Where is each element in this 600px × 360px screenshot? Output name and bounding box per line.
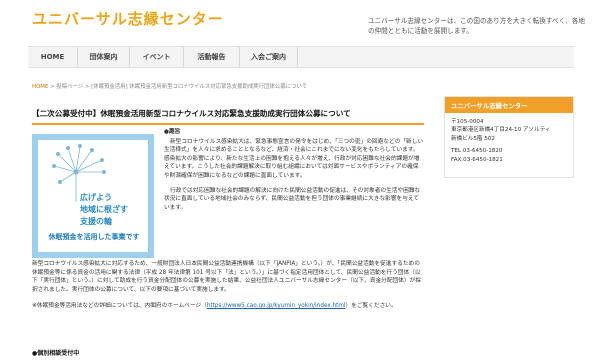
- breadcrumb: HOME > 投稿ページ > [休眠預金活用] 休眠預金活用新型コロナウイルス対…: [32, 82, 307, 90]
- nav-events[interactable]: イベント: [130, 47, 184, 67]
- breadcrumb-home-link[interactable]: HOME: [32, 84, 48, 90]
- address-line: 新橋ビル5階 502: [451, 135, 495, 142]
- article-body: ●趣旨 新型コロナウイルス感染拡大は、緊急事態宣言の発令をはじめ、「三つの密」の…: [164, 128, 424, 218]
- article-paragraph: 新型コロナウイルス感染拡大に対応するため、一般財団法人日本民間公益活動連携機構（…: [32, 261, 421, 293]
- nav-home[interactable]: HOME: [28, 47, 78, 67]
- article-paragraph: 新型コロナウイルス感染拡大は、緊急事態宣言の発令をはじめ、「三つの密」の回避など…: [164, 138, 424, 179]
- article-paragraph: 行政では対応困難な社会的課題の解決に向けた民間公益活動の促進は、その対象者の生活…: [164, 187, 421, 211]
- feature-headline-line: 地域に根ざす: [80, 205, 128, 214]
- phone-number: TEL 03-6450-1820: [451, 148, 503, 155]
- section-heading: ●個別相談受付中: [32, 350, 80, 357]
- feature-headline-line: 広げよう: [80, 193, 112, 202]
- section-heading: ●趣旨: [164, 129, 181, 135]
- fax-number: FAX.03-6450-1821: [451, 156, 503, 163]
- address-line: 〒105-0004: [451, 119, 484, 125]
- nav-about[interactable]: 団体案内: [78, 47, 130, 67]
- cabinet-office-link[interactable]: https://www5.cao.go.jp/kyumin_yokin/inde…: [207, 303, 346, 309]
- feature-headline: 広げよう 地域に根ざす 支援の輪: [80, 192, 128, 228]
- article-title: 【二次公募受付中】休眠預金活用新型コロナウイルス対応緊急支援助成実行団体公募につ…: [32, 108, 424, 125]
- nav-reports[interactable]: 活動報告: [184, 47, 240, 67]
- feature-image: 広げよう 地域に根ざす 支援の輪 休眠預金を活用した事業です: [32, 134, 154, 258]
- sidebar-address: 〒105-0004 東京都港区新橋4丁目24-10 アソルティ 新橋ビル5階 5…: [445, 113, 573, 169]
- header-description: ユニバーサル志縁センターは、この国のあり方を大きく転換すべく、各地の仲間とともに…: [368, 17, 585, 35]
- site-logo[interactable]: ユニバーサル志縁センター: [32, 8, 224, 29]
- sidebar-contact-card: ユニバーサル志縁センター 〒105-0004 東京都港区新橋4丁目24-10 ア…: [444, 96, 574, 178]
- article-body-lower: 新型コロナウイルス感染拡大に対応するため、一般財団法人日本民間公益活動連携機構（…: [32, 260, 424, 319]
- note-suffix: ）をご覧ください。: [345, 303, 397, 310]
- nav-membership[interactable]: 入会ご案内: [240, 47, 298, 67]
- main-nav: HOME 団体案内 イベント 活動報告 入会ご案内: [28, 46, 574, 68]
- reference-note: ※休眠預金等活用法などの詳細については、内閣府のホームページ（https://w…: [32, 302, 424, 311]
- site-header: ユニバーサル志縁センター ユニバーサル志縁センターは、この国のあり方を大きく転換…: [0, 0, 600, 42]
- breadcrumb-trail: > 投稿ページ > [休眠預金活用] 休眠預金活用新型コロナウイルス対応緊急支援…: [48, 84, 308, 90]
- note-prefix: ※休眠預金等活用法などの詳細については、内閣府のホームページ（: [32, 303, 207, 310]
- sidebar-title: ユニバーサル志縁センター: [445, 97, 573, 113]
- feature-caption: 休眠預金を活用した事業です: [48, 233, 140, 241]
- feature-image-panel: 広げよう 地域に根ざす 支援の輪 休眠預金を活用した事業です: [38, 140, 148, 252]
- address-line: 東京都港区新橋4丁目24-10 アソルティ: [451, 127, 551, 134]
- feature-headline-line: 支援の輪: [80, 217, 112, 226]
